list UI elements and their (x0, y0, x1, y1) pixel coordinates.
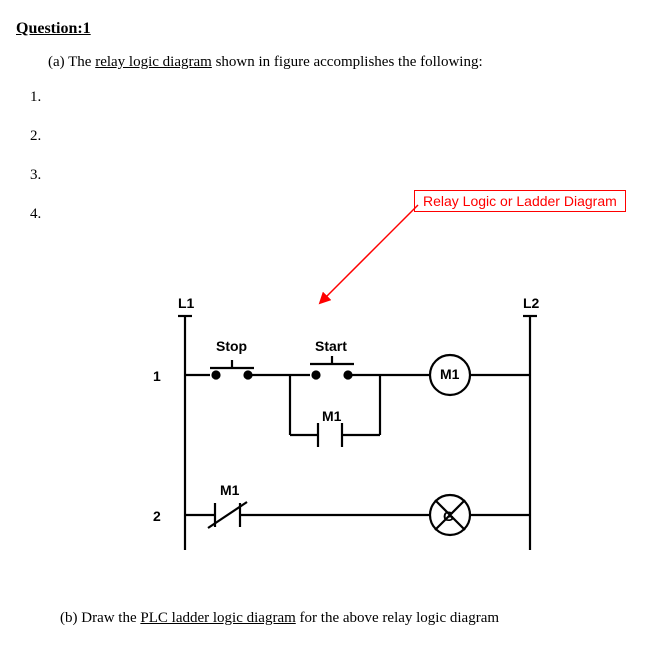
annotation-box: Relay Logic or Ladder Diagram (414, 190, 626, 212)
ladder-diagram: L1 L2 1 2 Stop Start M1 M1 M1 G (90, 290, 590, 590)
part-b-suffix: for the above relay logic diagram (296, 610, 499, 626)
part-b-prefix: (b) Draw the (60, 610, 140, 626)
question-heading: Question:1 (16, 20, 654, 38)
indicator-g-label: G (443, 508, 454, 524)
coil-m1-label: M1 (440, 366, 459, 382)
part-b-underlined: PLC ladder logic diagram (140, 610, 295, 626)
part-a-suffix: shown in figure accomplishes the followi… (212, 54, 483, 70)
part-a-prefix: (a) The (48, 54, 95, 70)
start-label: Start (315, 338, 347, 354)
rung-1-number: 1 (153, 368, 161, 384)
seal-contact-label: M1 (322, 408, 341, 424)
right-rail-label: L2 (523, 295, 539, 311)
list-item-1: 1. (30, 89, 654, 106)
left-rail-label: L1 (178, 295, 194, 311)
part-a-underlined: relay logic diagram (95, 54, 212, 70)
stop-label: Stop (216, 338, 247, 354)
list-item-3: 3. (30, 167, 654, 184)
part-a-text: (a) The relay logic diagram shown in fig… (48, 54, 654, 71)
ladder-diagram-svg (90, 290, 590, 580)
list-item-2: 2. (30, 128, 654, 145)
part-b-text: (b) Draw the PLC ladder logic diagram fo… (60, 610, 499, 627)
rung-2-number: 2 (153, 508, 161, 524)
nc-contact-label: M1 (220, 482, 239, 498)
